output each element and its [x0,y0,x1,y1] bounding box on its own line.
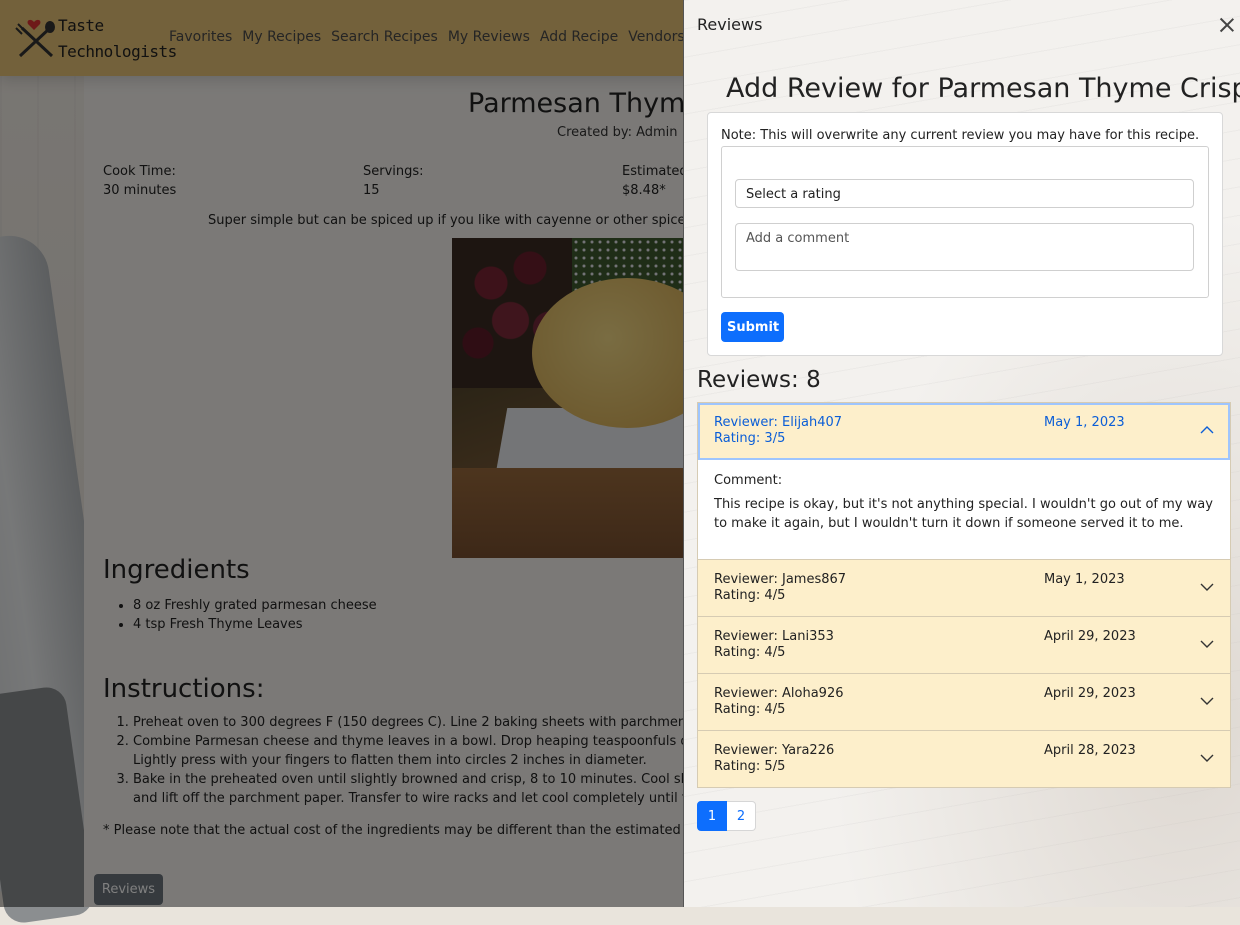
review-rating: Rating: 5/5 [714,759,786,774]
chevron-up-icon [1200,426,1214,434]
review-body: Comment: This recipe is okay, but it's n… [698,460,1230,559]
review-summary: Reviewer: James867 Rating: 4/5 [714,572,846,604]
review-header[interactable]: Reviewer: Aloha926 Rating: 4/5 April 29,… [698,674,1230,730]
review-header[interactable]: Reviewer: Elijah407 Rating: 3/5 May 1, 2… [698,403,1230,460]
review-form: Select a rating [721,146,1209,298]
review-rating: Rating: 3/5 [714,431,786,446]
submit-button[interactable]: Submit [721,312,784,342]
review-rating: Rating: 4/5 [714,588,786,603]
review-item: Reviewer: Aloha926 Rating: 4/5 April 29,… [697,674,1231,731]
review-header[interactable]: Reviewer: James867 Rating: 4/5 May 1, 20… [698,560,1230,616]
add-review-card: Note: This will overwrite any current re… [707,112,1223,356]
review-header[interactable]: Reviewer: Yara226 Rating: 5/5 April 28, … [698,731,1230,787]
review-rating: Rating: 4/5 [714,645,786,660]
reviewer-name: Reviewer: Yara226 [714,743,835,758]
chevron-down-icon [1200,640,1214,648]
comment-input[interactable] [735,223,1194,271]
reviewer-name: Reviewer: Lani353 [714,629,834,644]
review-summary: Reviewer: Lani353 Rating: 4/5 [714,629,834,661]
review-item: Reviewer: Yara226 Rating: 5/5 April 28, … [697,731,1231,788]
chevron-down-icon [1200,583,1214,591]
review-item: Reviewer: Lani353 Rating: 4/5 April 29, … [697,617,1231,674]
chevron-down-icon [1200,754,1214,762]
review-date: April 28, 2023 [1044,743,1136,758]
review-date: April 29, 2023 [1044,686,1136,701]
reviewer-name: Reviewer: Aloha926 [714,686,844,701]
comment-label: Comment: [714,473,783,488]
page-1-button[interactable]: 1 [697,801,727,831]
add-review-title: Add Review for Parmesan Thyme Crisps [726,73,1240,104]
pagination: 1 2 [697,801,756,831]
review-date: May 1, 2023 [1044,415,1125,430]
review-item: Reviewer: James867 Rating: 4/5 May 1, 20… [697,560,1231,617]
reviewer-name: Reviewer: James867 [714,572,847,587]
panel-title: Reviews [697,15,763,34]
reviews-count: Reviews: 8 [697,367,821,393]
overwrite-note: Note: This will overwrite any current re… [721,128,1200,143]
review-comment: This recipe is okay, but it's not anythi… [714,497,1213,531]
reviews-panel: Reviews Add Review for Parmesan Thyme Cr… [683,0,1240,907]
review-header[interactable]: Reviewer: Lani353 Rating: 4/5 April 29, … [698,617,1230,673]
chevron-down-icon [1200,697,1214,705]
reviewer-name: Reviewer: Elijah407 [714,415,843,430]
review-summary: Reviewer: Yara226 Rating: 5/5 [714,743,834,775]
review-summary: Reviewer: Aloha926 Rating: 4/5 [714,686,844,718]
review-item: Reviewer: Elijah407 Rating: 3/5 May 1, 2… [697,402,1231,560]
review-date: May 1, 2023 [1044,572,1125,587]
review-summary: Reviewer: Elijah407 Rating: 3/5 [714,415,842,447]
close-icon[interactable] [1217,15,1237,35]
reviews-accordion: Reviewer: Elijah407 Rating: 3/5 May 1, 2… [697,402,1231,788]
rating-select[interactable]: Select a rating [735,179,1194,208]
review-date: April 29, 2023 [1044,629,1136,644]
page-2-button[interactable]: 2 [727,801,756,831]
review-rating: Rating: 4/5 [714,702,786,717]
